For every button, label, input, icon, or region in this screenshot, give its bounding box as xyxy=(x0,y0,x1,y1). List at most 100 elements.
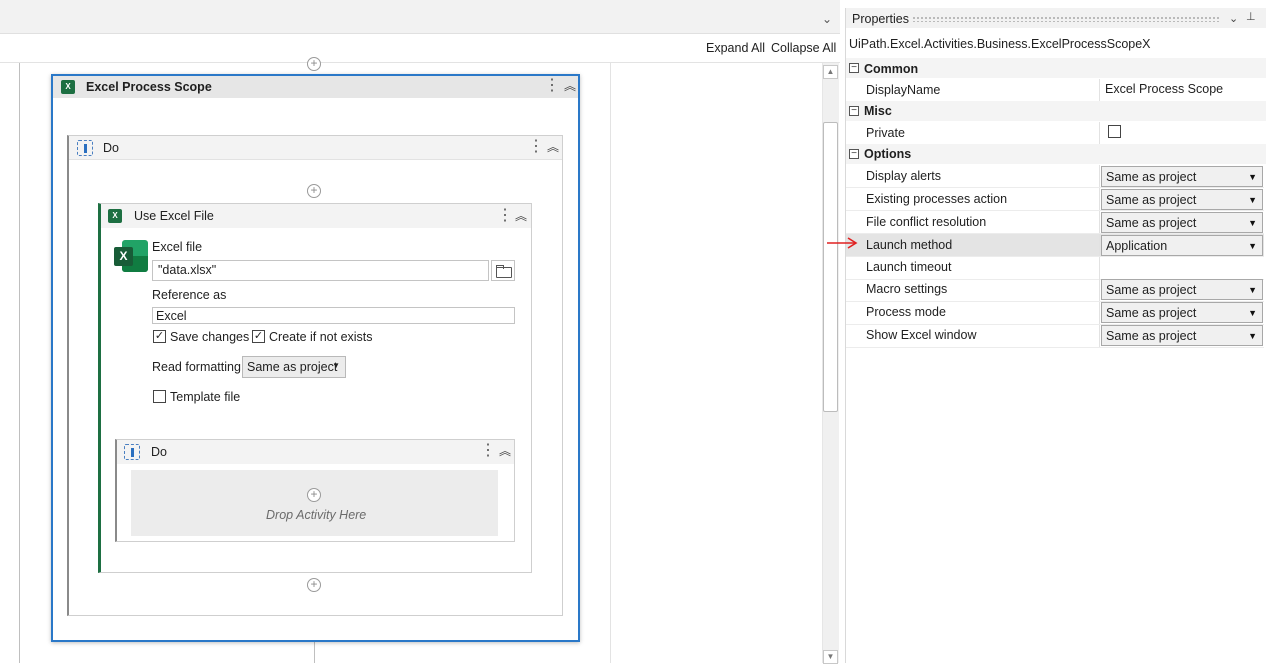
activity-title: Use Excel File xyxy=(134,209,214,223)
process-mode-dropdown[interactable]: Same as project ▼ xyxy=(1101,302,1263,323)
excel-icon: X xyxy=(108,209,122,223)
add-activity-icon[interactable]: + xyxy=(307,57,321,71)
read-formatting-value: Same as project xyxy=(247,360,338,374)
displayname-value[interactable]: Excel Process Scope xyxy=(1105,82,1223,96)
dropdown-value: Same as project xyxy=(1106,216,1197,230)
collapse-category-icon[interactable]: − xyxy=(849,63,859,73)
create-if-not-exists-checkbox[interactable]: ✓ xyxy=(252,330,265,343)
collapse-category-icon[interactable]: − xyxy=(849,149,859,159)
dropdown-arrow-icon: ▼ xyxy=(1248,331,1257,341)
dropdown-arrow-icon: ▼ xyxy=(1248,308,1257,318)
property-name: Launch method xyxy=(866,238,953,252)
flow-connector xyxy=(314,642,315,663)
dropdown-arrow-icon: ▼ xyxy=(1248,241,1257,251)
existing-processes-action-dropdown[interactable]: Same as project ▼ xyxy=(1101,189,1263,210)
column-divider xyxy=(1099,325,1100,347)
template-file-checkbox[interactable] xyxy=(153,390,166,403)
private-checkbox[interactable] xyxy=(1108,125,1121,138)
collapse-category-icon[interactable]: − xyxy=(849,106,859,116)
drop-activity-area[interactable] xyxy=(131,470,498,536)
reference-as-label: Reference as xyxy=(152,288,227,302)
inner-do-header[interactable] xyxy=(117,440,514,464)
dropdown-arrow-icon: ▼ xyxy=(1248,172,1257,182)
pin-icon[interactable]: ⊥ xyxy=(1246,10,1256,23)
dropdown-arrow-icon: ▼ xyxy=(332,361,340,370)
column-divider xyxy=(1099,188,1100,210)
category-misc[interactable] xyxy=(846,101,1266,121)
do-title: Do xyxy=(151,445,167,459)
collapse-all-link[interactable]: Collapse All xyxy=(771,41,836,55)
expand-all-link[interactable]: Expand All xyxy=(706,41,765,55)
dropdown-arrow-icon: ▼ xyxy=(1248,285,1257,295)
more-options-icon[interactable]: ⋮ xyxy=(528,139,544,155)
column-divider xyxy=(1099,257,1100,279)
column-divider xyxy=(1099,211,1100,233)
column-divider xyxy=(1099,122,1100,144)
collapse-icon[interactable]: ︽ xyxy=(563,78,577,94)
excel-file-label: Excel file xyxy=(152,240,203,254)
column-divider xyxy=(1099,234,1100,256)
property-name: Launch timeout xyxy=(866,260,952,274)
collapse-icon[interactable]: ︽ xyxy=(546,139,560,155)
read-formatting-label: Read formatting xyxy=(152,360,241,374)
excel-icon: X xyxy=(61,80,75,94)
property-name: Private xyxy=(866,126,905,140)
add-activity-icon[interactable]: + xyxy=(307,184,321,198)
create-if-not-exists-label: Create if not exists xyxy=(269,330,373,344)
dropdown-value: Same as project xyxy=(1106,170,1197,184)
excel-logo-icon: X xyxy=(114,240,148,272)
panel-grip[interactable] xyxy=(912,16,1220,22)
file-conflict-resolution-dropdown[interactable]: Same as project ▼ xyxy=(1101,212,1263,233)
display-alerts-dropdown[interactable]: Same as project ▼ xyxy=(1101,166,1263,187)
read-formatting-dropdown[interactable]: Same as project ▼ xyxy=(242,356,346,378)
scroll-up-icon[interactable]: ▲ xyxy=(823,65,838,79)
chevron-down-icon[interactable]: ⌄ xyxy=(1229,12,1238,25)
dropdown-value: Same as project xyxy=(1106,306,1197,320)
property-name: Display alerts xyxy=(866,169,942,183)
canvas-guide-left xyxy=(19,63,20,663)
save-changes-label: Save changes xyxy=(170,330,250,344)
more-options-icon[interactable]: ⋮ xyxy=(497,208,513,224)
more-options-icon[interactable]: ⋮ xyxy=(544,78,560,94)
collapse-icon[interactable]: ︽ xyxy=(514,208,528,224)
add-activity-icon[interactable]: + xyxy=(307,578,321,592)
column-divider xyxy=(1099,165,1100,187)
template-file-label: Template file xyxy=(170,390,241,404)
property-row[interactable] xyxy=(846,122,1264,145)
do-sequence-header[interactable] xyxy=(69,136,562,160)
launch-method-dropdown[interactable]: Application ▼ xyxy=(1101,235,1263,256)
save-changes-checkbox[interactable]: ✓ xyxy=(153,330,166,343)
chevron-down-icon[interactable]: ⌄ xyxy=(820,12,834,26)
browse-folder-icon[interactable] xyxy=(491,260,515,281)
canvas-guide-right xyxy=(610,63,611,663)
column-divider xyxy=(1099,79,1100,101)
property-name: DisplayName xyxy=(866,83,941,97)
sequence-icon xyxy=(124,444,140,460)
category-label: Options xyxy=(864,147,912,161)
designer-top-strip xyxy=(0,0,840,34)
collapse-icon[interactable]: ︽ xyxy=(498,443,512,459)
show-excel-window-dropdown[interactable]: Same as project ▼ xyxy=(1101,325,1263,346)
property-name: Show Excel window xyxy=(866,328,977,342)
category-label: Common xyxy=(864,62,919,76)
property-name: Existing processes action xyxy=(866,192,1008,206)
property-name: Process mode xyxy=(866,305,946,319)
scrollbar-thumb[interactable] xyxy=(823,122,838,412)
do-title: Do xyxy=(103,141,119,155)
more-options-icon[interactable]: ⋮ xyxy=(480,443,496,459)
drop-activity-text: Drop Activity Here xyxy=(266,508,367,522)
property-name: File conflict resolution xyxy=(866,215,987,229)
dropdown-value: Same as project xyxy=(1106,193,1197,207)
annotation-arrow-icon xyxy=(827,237,858,249)
scroll-down-icon[interactable]: ▼ xyxy=(823,650,838,664)
column-divider xyxy=(1099,279,1100,301)
dropdown-arrow-icon: ▼ xyxy=(1248,195,1257,205)
dropdown-arrow-icon: ▼ xyxy=(1248,218,1257,228)
add-activity-icon[interactable]: + xyxy=(307,488,321,502)
reference-as-input[interactable]: Excel xyxy=(152,307,515,324)
excel-file-input[interactable]: "data.xlsx" xyxy=(152,260,489,281)
category-label: Misc xyxy=(864,104,892,118)
activity-title: Excel Process Scope xyxy=(86,80,212,94)
macro-settings-dropdown[interactable]: Same as project ▼ xyxy=(1101,279,1263,300)
column-divider xyxy=(1099,302,1100,324)
